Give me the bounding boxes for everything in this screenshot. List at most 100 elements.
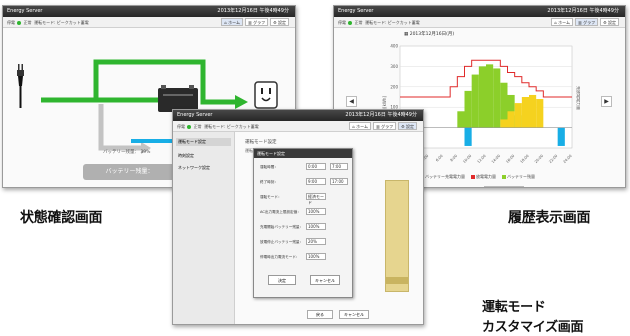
dialog-field-select[interactable]: 100% xyxy=(306,253,326,260)
bar-yellow xyxy=(500,119,508,128)
bar-cyan xyxy=(557,127,565,146)
settings-button[interactable]: ⚙ 設定 xyxy=(600,18,619,26)
app-title: Energy Server xyxy=(177,112,213,118)
mode-label: 運転モード: xyxy=(365,20,387,25)
graph-label: グラフ xyxy=(381,124,394,129)
chart-icon: ▥ xyxy=(248,20,252,25)
status-dot-icon xyxy=(17,21,22,25)
x-tick-label: 18:00 xyxy=(520,153,531,164)
prev-day-button[interactable]: ◀ xyxy=(346,96,357,107)
sidebar-item-time[interactable]: 時刻設定 xyxy=(176,152,231,160)
datetime: 2013年12月16日 午後4時49分 xyxy=(217,8,289,14)
home-button[interactable]: ⌂ ホーム xyxy=(349,122,372,130)
outlet-icon xyxy=(254,81,278,109)
dialog-field-label: AC出力電流上限設定値： xyxy=(260,210,301,214)
mode-value: ピークカット蓄電 xyxy=(387,20,420,25)
dialog-field-label: 終了時刻： xyxy=(260,180,278,184)
graph-button[interactable]: ▥ グラフ xyxy=(373,122,397,130)
mode-value: ピークカット蓄電 xyxy=(56,20,89,25)
gear-icon: ⚙ xyxy=(273,20,277,25)
bar-yellow xyxy=(507,111,515,128)
title-bar: Energy Server 2013年12月16日 午後4時49分 xyxy=(173,110,423,121)
sidebar-item-label: ネットワーク設定 xyxy=(178,165,210,170)
mode-label: 運転モード: xyxy=(204,124,226,129)
dialog-field-label: 停電時出力電流モード： xyxy=(260,255,300,259)
dialog-field-select[interactable]: 100% xyxy=(306,223,326,230)
dialog-field-row: 停電時出力電流モード： 100% xyxy=(260,253,350,263)
dialog-title-bar: 運転モード設定 xyxy=(254,149,352,158)
dialog-field-select[interactable]: 9:00 xyxy=(306,178,326,185)
nav-buttons: ⌂ ホーム ▥ グラフ ⚙ 設定 xyxy=(221,18,289,26)
flow-path-green xyxy=(41,59,238,105)
dialog-field-select-2[interactable]: 7:00 xyxy=(330,163,348,170)
plug-icon xyxy=(17,64,24,108)
graph-button[interactable]: ▥ グラフ xyxy=(245,18,269,26)
back-button[interactable]: 戻る xyxy=(307,310,333,319)
nav-buttons: ⌂ ホーム ▥ グラフ ⚙ 設定 xyxy=(551,18,619,26)
home-button[interactable]: ⌂ ホーム xyxy=(551,18,574,26)
bar-green xyxy=(486,64,494,128)
dialog-field-select[interactable]: 100% xyxy=(306,208,326,215)
settings-label: 設定 xyxy=(406,124,414,129)
legend-item: バッテリー残量 xyxy=(502,174,535,179)
bar-yellow xyxy=(529,94,537,128)
dialog-field-select[interactable]: 20% xyxy=(306,238,326,245)
graph-label: グラフ xyxy=(583,20,596,25)
schedule-panel xyxy=(385,180,409,292)
x-tick-label: 10:00 xyxy=(462,153,473,164)
dialog-field-select-2[interactable]: 17:00 xyxy=(330,178,348,185)
status-text: 正常 xyxy=(354,20,363,25)
home-button[interactable]: ⌂ ホーム xyxy=(221,18,244,26)
back-label: 戻る xyxy=(316,312,324,317)
sidebar-item-label: 時刻設定 xyxy=(178,153,194,158)
battery-status-button[interactable]: バッテリー残量： xyxy=(83,164,176,180)
settings-button[interactable]: ⚙ 設定 xyxy=(398,122,417,130)
gear-icon: ⚙ xyxy=(401,124,405,129)
bar-green xyxy=(457,111,465,128)
legend-label: バッテリー充電電力量 xyxy=(425,174,465,179)
home-icon: ⌂ xyxy=(352,124,355,129)
y-tick-label: 400 xyxy=(390,44,398,49)
dialog-field-row: 運転モード： 経済モード xyxy=(260,193,350,205)
x-tick-label: 24:00 xyxy=(563,153,574,164)
datetime: 2013年12月16日 午後4時49分 xyxy=(345,112,417,118)
settings-sidebar: 運転モード設定 時刻設定 ネットワーク設定 xyxy=(173,132,235,324)
x-tick-label: 6:00 xyxy=(435,153,444,162)
bar-green xyxy=(471,74,479,128)
dialog-field-row: 充電開始バッテリー残量： 100% xyxy=(260,223,350,233)
next-day-button[interactable]: ▶ xyxy=(601,96,612,107)
sidebar-item-label: 運転モード設定 xyxy=(178,139,206,144)
legend-label: バッテリー残量 xyxy=(507,174,535,179)
x-tick-label: 12:00 xyxy=(477,153,488,164)
x-tick-label: 14:00 xyxy=(491,153,502,164)
chart-date-text: 2013年12月16日(月) xyxy=(409,32,455,37)
settings-button[interactable]: ⚙ 設定 xyxy=(270,18,289,26)
caption-history: 履歴表示画面 xyxy=(508,210,591,226)
status-text: 正常 xyxy=(193,124,202,129)
chart-icon: ▥ xyxy=(578,20,582,25)
legend-item: 放電電力量 xyxy=(471,174,496,179)
datetime: 2013年12月16日 午後4時49分 xyxy=(547,8,619,14)
dialog-cancel-button[interactable]: キャンセル xyxy=(310,275,340,285)
dialog-field-row: AC出力電流上限設定値： 100% xyxy=(260,208,350,218)
cancel-button[interactable]: キャンセル xyxy=(339,310,369,319)
sidebar-item-network[interactable]: ネットワーク設定 xyxy=(176,164,231,172)
green-arrow-icon xyxy=(235,95,248,109)
home-icon: ⌂ xyxy=(554,20,557,25)
app-title: Energy Server xyxy=(7,8,43,14)
graph-label: グラフ xyxy=(253,20,266,25)
history-back-button[interactable]: 戻る xyxy=(484,186,524,187)
legend-swatch xyxy=(471,175,475,179)
dialog-ok-button[interactable]: 決定 xyxy=(268,275,296,285)
bar-yellow xyxy=(514,103,522,128)
battery-readout: バッテリー残量： 39% xyxy=(103,149,150,155)
dialog-field-select[interactable]: 0:00 xyxy=(306,163,326,170)
graph-button[interactable]: ▥ グラフ xyxy=(575,18,599,26)
x-tick-label: 8:00 xyxy=(449,153,458,162)
dialog-ok-label: 決定 xyxy=(278,278,286,283)
dialog-field-select[interactable]: 経済モード xyxy=(306,193,326,205)
chevron-left-icon: ◀ xyxy=(349,98,354,105)
sidebar-item-mode[interactable]: 運転モード設定 xyxy=(176,138,231,146)
x-tick-label: 16:00 xyxy=(505,153,516,164)
dialog-field-label: 充電開始バッテリー残量： xyxy=(260,225,304,229)
